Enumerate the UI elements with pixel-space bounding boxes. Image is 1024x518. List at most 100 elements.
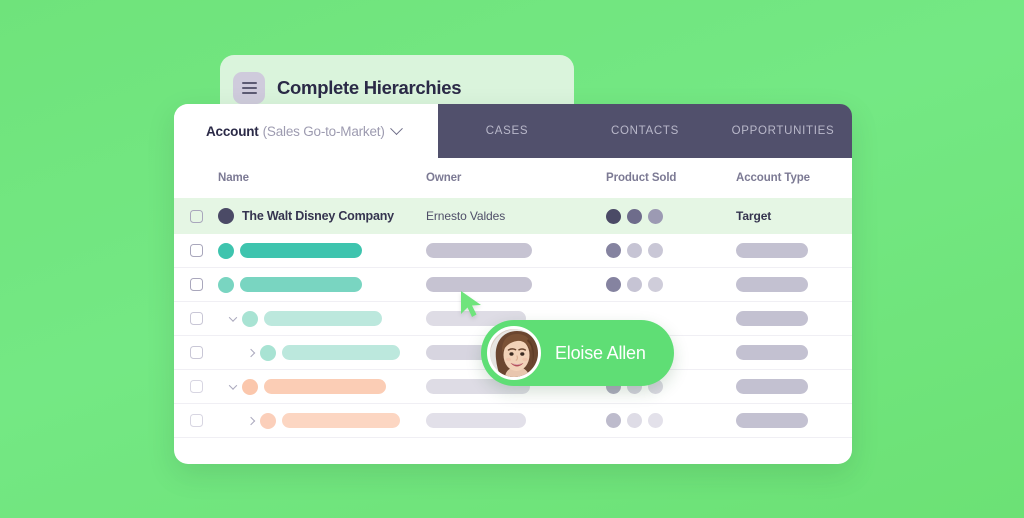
row-avatar-icon bbox=[260, 344, 276, 361]
column-header-name: Name bbox=[218, 172, 249, 184]
row-avatar-icon bbox=[218, 208, 234, 224]
cell-account-type bbox=[736, 379, 852, 394]
cell-account-type bbox=[736, 311, 852, 326]
row-name-label[interactable]: The Walt Disney Company bbox=[242, 209, 394, 223]
chevron-down-icon[interactable] bbox=[226, 380, 240, 390]
row-checkbox[interactable] bbox=[189, 346, 203, 359]
row-account-type-placeholder bbox=[736, 243, 808, 258]
cell-name bbox=[218, 344, 426, 361]
cell-account-type bbox=[736, 277, 852, 292]
row-avatar-icon bbox=[242, 310, 258, 327]
row-select-cell bbox=[174, 380, 218, 393]
row-name-placeholder bbox=[282, 345, 400, 360]
row-select-cell bbox=[174, 244, 218, 257]
hamburger-icon[interactable] bbox=[233, 72, 265, 104]
status-badge: Target bbox=[736, 209, 772, 223]
row-name-placeholder bbox=[264, 379, 386, 394]
row-account-type-placeholder bbox=[736, 311, 808, 326]
table-row[interactable]: The Walt Disney Company Ernesto Valdes Tar… bbox=[174, 198, 852, 234]
column-header-product-sold: Product Sold bbox=[606, 172, 677, 184]
account-tab-label: Account bbox=[206, 123, 259, 139]
row-avatar-icon bbox=[260, 412, 276, 429]
twisty-glyph bbox=[228, 380, 238, 390]
column-header-owner: Owner bbox=[426, 172, 462, 184]
product-dot-icon bbox=[627, 208, 642, 224]
row-checkbox[interactable] bbox=[189, 414, 203, 427]
tab-bar: CASES CONTACTS OPPORTUNITIES bbox=[438, 104, 852, 158]
user-presence-badge[interactable]: Eloise Allen bbox=[481, 320, 674, 386]
product-dot-icon bbox=[606, 243, 621, 258]
screenshot-stage: Complete Hierarchies CASES CONTACTS OPPO… bbox=[0, 0, 1024, 518]
avatar bbox=[487, 326, 541, 380]
cell-product-sold bbox=[606, 208, 736, 224]
chevron-down-icon[interactable] bbox=[226, 312, 240, 322]
row-select-cell bbox=[174, 312, 218, 325]
cell-account-type bbox=[736, 243, 852, 258]
row-owner-label: Ernesto Valdes bbox=[426, 209, 506, 223]
row-select-cell bbox=[174, 278, 218, 291]
row-checkbox[interactable] bbox=[189, 244, 203, 257]
table-row[interactable] bbox=[174, 404, 852, 438]
table-row[interactable] bbox=[174, 268, 852, 302]
chevron-right-icon[interactable] bbox=[244, 348, 258, 357]
cell-owner bbox=[426, 277, 606, 292]
row-account-type-placeholder bbox=[736, 277, 808, 292]
table-body: The Walt Disney Company Ernesto Valdes Tar… bbox=[174, 198, 852, 438]
cell-account-type: Target bbox=[736, 209, 852, 223]
row-checkbox[interactable] bbox=[189, 380, 203, 393]
product-dot-icon bbox=[648, 243, 663, 258]
cell-product-sold bbox=[606, 413, 736, 428]
column-header-account-type: Account Type bbox=[736, 172, 810, 184]
badge-user-name: Eloise Allen bbox=[555, 342, 646, 363]
twisty-glyph bbox=[228, 312, 238, 322]
cell-product-sold bbox=[606, 243, 736, 258]
table-header-row: Name Owner Product Sold Account Type bbox=[174, 158, 852, 198]
account-tab-context: (Sales Go-to-Market) bbox=[262, 123, 385, 139]
page-title: Complete Hierarchies bbox=[277, 77, 462, 98]
product-dot-icon bbox=[606, 413, 621, 428]
row-name-placeholder bbox=[240, 277, 362, 292]
row-name-placeholder bbox=[240, 243, 362, 258]
chevron-right-icon[interactable] bbox=[244, 416, 258, 425]
table-row[interactable] bbox=[174, 234, 852, 268]
tab-account[interactable]: Account (Sales Go-to-Market) bbox=[174, 104, 438, 158]
row-avatar-icon bbox=[242, 378, 258, 395]
twisty-glyph bbox=[246, 416, 256, 425]
cell-owner bbox=[426, 413, 606, 428]
row-checkbox[interactable] bbox=[189, 278, 203, 291]
cell-owner bbox=[426, 243, 606, 258]
row-account-type-placeholder bbox=[736, 379, 808, 394]
cell-owner: Ernesto Valdes bbox=[426, 209, 606, 223]
tab-cases[interactable]: CASES bbox=[438, 125, 576, 137]
product-dot-icon bbox=[606, 277, 621, 292]
cell-name bbox=[218, 310, 426, 327]
product-sold-dots bbox=[606, 243, 663, 258]
row-name-placeholder bbox=[282, 413, 400, 428]
cell-account-type bbox=[736, 413, 852, 428]
product-sold-dots bbox=[606, 208, 663, 224]
product-dot-icon bbox=[648, 413, 663, 428]
tab-opportunities[interactable]: OPPORTUNITIES bbox=[714, 125, 852, 137]
product-dot-icon bbox=[627, 277, 642, 292]
cell-name: The Walt Disney Company bbox=[218, 208, 426, 224]
cell-name bbox=[218, 378, 426, 395]
row-name-placeholder bbox=[264, 311, 382, 326]
product-sold-dots bbox=[606, 277, 663, 292]
row-select-cell bbox=[174, 414, 218, 427]
tab-contacts[interactable]: CONTACTS bbox=[576, 125, 714, 137]
row-select-cell bbox=[174, 209, 218, 223]
product-dot-icon bbox=[627, 413, 642, 428]
row-avatar-icon bbox=[218, 242, 234, 259]
accounts-table: Name Owner Product Sold Account Type The… bbox=[174, 158, 852, 464]
account-table-card: Account (Sales Go-to-Market) Name Owner … bbox=[174, 104, 852, 464]
product-dot-icon bbox=[648, 277, 663, 292]
row-owner-placeholder bbox=[426, 413, 526, 428]
row-checkbox[interactable] bbox=[189, 312, 203, 325]
twisty-glyph bbox=[246, 348, 256, 357]
row-checkbox[interactable] bbox=[189, 209, 203, 223]
product-dot-icon bbox=[606, 208, 621, 224]
cell-name bbox=[218, 412, 426, 429]
cell-name bbox=[218, 276, 426, 293]
row-account-type-placeholder bbox=[736, 345, 808, 360]
chevron-down-icon[interactable] bbox=[389, 121, 403, 135]
